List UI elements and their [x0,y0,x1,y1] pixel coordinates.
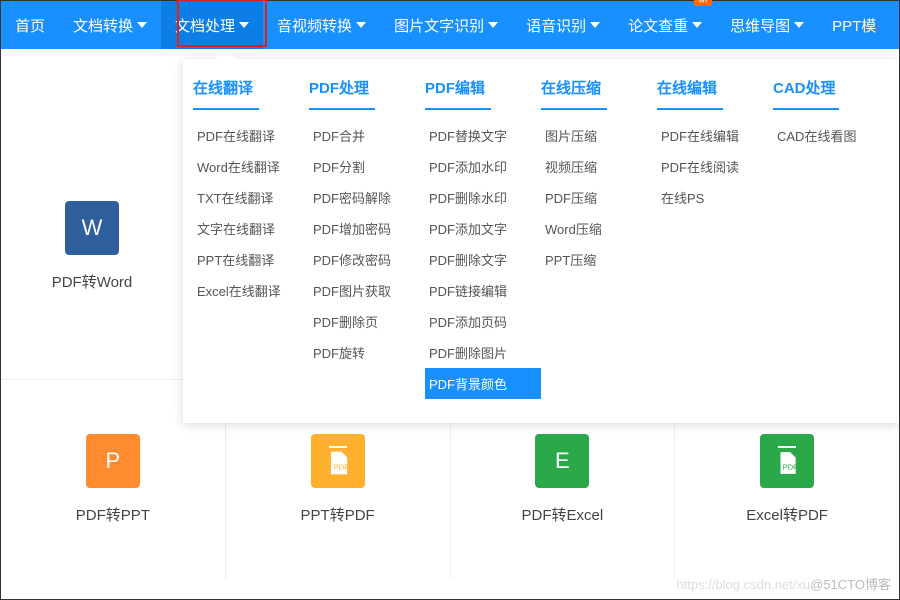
menu-item[interactable]: PDF在线阅读 [657,151,773,182]
svg-text:PDF: PDF [783,463,799,472]
ppt-icon: P [86,434,140,488]
nav-paper-check[interactable]: 论文查重新 [614,1,716,49]
menu-item[interactable]: PDF在线编辑 [657,120,773,151]
tile-label: PDF转PPT [76,504,150,525]
mega-col-online-edit: 在线编辑 PDF在线编辑 PDF在线阅读 在线PS [657,77,773,399]
menu-item[interactable]: PDF增加密码 [309,213,425,244]
excel-icon: E [535,434,589,488]
menu-item[interactable]: PDF密码解除 [309,182,425,213]
new-badge: 新 [694,0,712,6]
chevron-down-icon [356,22,366,28]
menu-item[interactable]: PPT在线翻译 [193,244,309,275]
watermark: https://blog.csdn.net/xu@51CTO博客 [676,574,891,593]
menu-item[interactable]: 在线PS [657,182,773,213]
mega-menu: 在线翻译 PDF在线翻译 Word在线翻译 TXT在线翻译 文字在线翻译 PPT… [183,59,899,423]
mega-col-pdf-edit: PDF编辑 PDF替换文字 PDF添加水印 PDF删除水印 PDF添加文字 PD… [425,77,541,399]
pdf-icon: PDF [760,434,814,488]
chevron-down-icon [137,22,147,28]
menu-item[interactable]: PDF添加水印 [425,151,541,182]
col-header[interactable]: PDF编辑 [425,77,485,102]
col-header[interactable]: 在线压缩 [541,77,601,102]
menu-item[interactable]: PDF删除图片 [425,337,541,368]
menu-item[interactable]: TXT在线翻译 [193,182,309,213]
col-header[interactable]: 在线翻译 [193,77,253,102]
col-header[interactable]: 在线编辑 [657,77,717,102]
pdf-icon: PDF [311,434,365,488]
nav-doc-process[interactable]: 文档处理 [161,1,263,49]
nav-home[interactable]: 首页 [1,1,59,49]
nav-doc-convert[interactable]: 文档转换 [59,1,161,49]
chevron-down-icon [239,22,249,28]
tile-label: PDF转Word [52,271,133,292]
menu-item[interactable]: PDF分割 [309,151,425,182]
chevron-down-icon [794,22,804,28]
tile-label: PPT转PDF [301,504,375,525]
tile-pdf-to-word[interactable]: W PDF转Word [1,201,183,292]
nav-av-convert[interactable]: 音视频转换 [263,1,380,49]
menu-item[interactable]: PDF删除页 [309,306,425,337]
nav-mindmap[interactable]: 思维导图 [716,1,818,49]
menu-item[interactable]: 图片压缩 [541,120,657,151]
menu-item[interactable]: PDF修改密码 [309,244,425,275]
tile-label: PDF转Excel [522,504,604,525]
chevron-down-icon [488,22,498,28]
svg-text:PDF: PDF [333,463,349,472]
menu-item[interactable]: PDF合并 [309,120,425,151]
menu-item[interactable]: Word在线翻译 [193,151,309,182]
menu-item[interactable]: CAD在线看图 [773,120,889,151]
menu-item[interactable]: PDF添加页码 [425,306,541,337]
nav-ppt-template[interactable]: PPT模 [818,1,890,49]
menu-item[interactable]: PDF在线翻译 [193,120,309,151]
chevron-down-icon [692,22,702,28]
nav-speech[interactable]: 语音识别 [512,1,614,49]
menu-item[interactable]: PPT压缩 [541,244,657,275]
mega-col-translate: 在线翻译 PDF在线翻译 Word在线翻译 TXT在线翻译 文字在线翻译 PPT… [193,77,309,399]
dropdown-arrow-icon [215,49,235,59]
menu-item[interactable]: PDF删除文字 [425,244,541,275]
menu-item[interactable]: PDF旋转 [309,337,425,368]
tile-label: Excel转PDF [746,504,828,525]
menu-item[interactable]: PDF添加文字 [425,213,541,244]
nav-ocr[interactable]: 图片文字识别 [380,1,512,49]
menu-item[interactable]: PDF链接编辑 [425,275,541,306]
menu-item[interactable]: Word压缩 [541,213,657,244]
chevron-down-icon [590,22,600,28]
menu-item[interactable]: 文字在线翻译 [193,213,309,244]
menu-item[interactable]: Excel在线翻译 [193,275,309,306]
menu-item[interactable]: PDF图片获取 [309,275,425,306]
menu-item[interactable]: 视频压缩 [541,151,657,182]
menu-item[interactable]: PDF压缩 [541,182,657,213]
mega-col-cad: CAD处理 CAD在线看图 [773,77,889,399]
mega-col-pdf-process: PDF处理 PDF合并 PDF分割 PDF密码解除 PDF增加密码 PDF修改密… [309,77,425,399]
word-icon: W [65,201,119,255]
mega-col-compress: 在线压缩 图片压缩 视频压缩 PDF压缩 Word压缩 PPT压缩 [541,77,657,399]
menu-item[interactable]: PDF删除水印 [425,182,541,213]
top-nav: 首页 文档转换 文档处理 音视频转换 图片文字识别 语音识别 论文查重新 思维导… [1,1,899,49]
col-header[interactable]: CAD处理 [773,77,836,102]
menu-item[interactable]: PDF替换文字 [425,120,541,151]
menu-item-pdf-bg-color[interactable]: PDF背景颜色 [425,368,541,399]
col-header[interactable]: PDF处理 [309,77,369,102]
